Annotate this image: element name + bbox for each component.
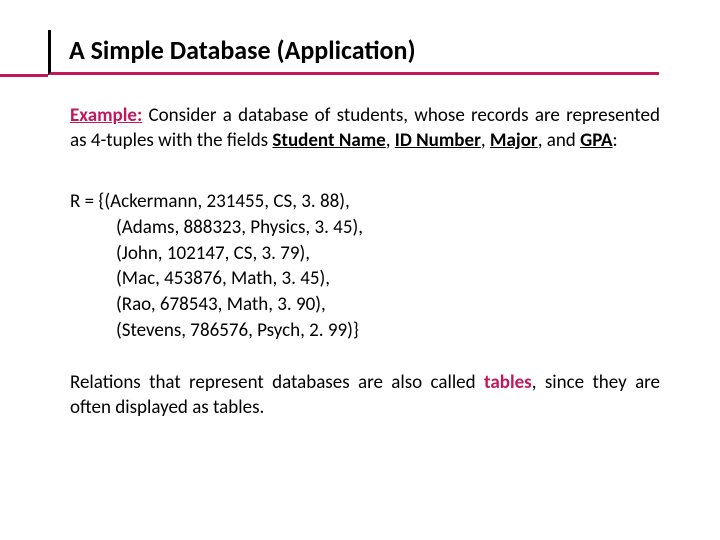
example-label: Example: [70, 104, 142, 127]
slide-body: Example: Consider a database of students… [70, 104, 660, 421]
sep-1: , [386, 129, 395, 152]
title-block: A Simple Database (Application) [48, 30, 680, 75]
title-rule-extension [0, 74, 48, 77]
relation-row: (Stevens, 786576, Psych, 2. 99)} [70, 318, 660, 344]
sep-4: : [613, 129, 618, 152]
footer-paragraph: Relations that represent databases are a… [70, 371, 660, 420]
relation-definition: R = {(Ackermann, 231455, CS, 3. 88), (Ad… [70, 189, 660, 343]
tuple: (John, 102147, CS, 3. 79), [116, 242, 310, 265]
tuple: (Stevens, 786576, Psych, 2. 99)} [116, 319, 359, 342]
relation-row: (Adams, 888323, Physics, 3. 45), [70, 215, 660, 241]
relation-row: (Mac, 453876, Math, 3. 45), [70, 266, 660, 292]
slide: A Simple Database (Application) Example:… [0, 0, 720, 540]
tuple: (Adams, 888323, Physics, 3. 45), [116, 216, 363, 239]
field-student-name: Student Name [272, 129, 385, 152]
tuple: (Ackermann, 231455, CS, 3. 88), [104, 190, 349, 213]
sep-3: , and [538, 129, 580, 152]
relation-row: R = {(Ackermann, 231455, CS, 3. 88), [70, 189, 660, 215]
tables-keyword: tables [484, 371, 532, 394]
field-major: Major [490, 129, 538, 152]
field-gpa: GPA [580, 129, 612, 152]
tuple: (Mac, 453876, Math, 3. 45), [116, 267, 330, 290]
relation-row: (John, 102147, CS, 3. 79), [70, 241, 660, 267]
relation-row: (Rao, 678543, Math, 3. 90), [70, 292, 660, 318]
footer-text-1: Relations that represent databases are a… [70, 371, 484, 394]
tuple: (Rao, 678543, Math, 3. 90), [116, 293, 326, 316]
sep-2: , [481, 129, 490, 152]
relation-lead: R = { [70, 190, 104, 213]
slide-title: A Simple Database (Application) [48, 30, 659, 75]
field-id-number: ID Number [395, 129, 481, 152]
intro-paragraph: Example: Consider a database of students… [70, 104, 660, 153]
